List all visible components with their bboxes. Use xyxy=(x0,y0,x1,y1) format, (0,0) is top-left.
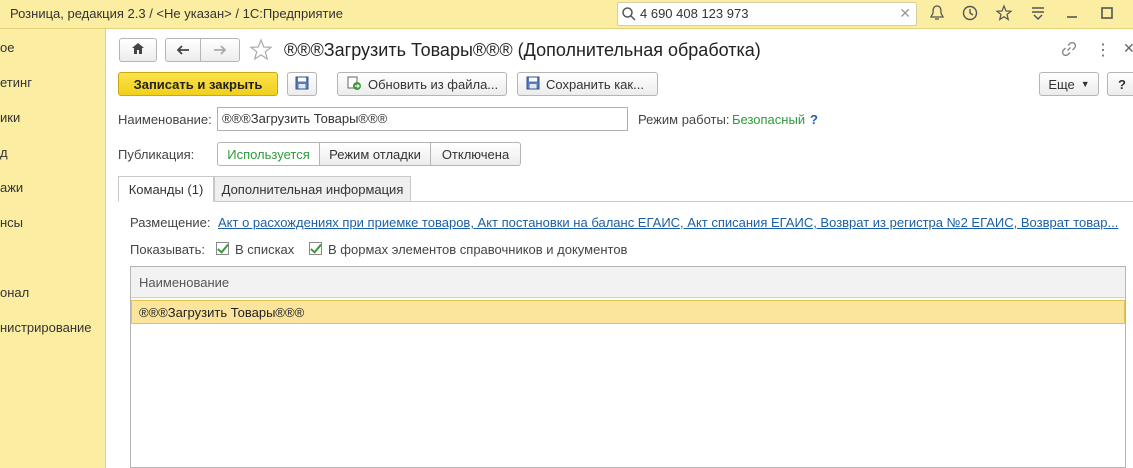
app-title: Розница, редакция 2.3 / <Не указан> / 1С… xyxy=(10,6,343,21)
bell-icon[interactable] xyxy=(928,4,948,24)
show-in-forms-checkbox[interactable] xyxy=(309,242,322,255)
placement-link[interactable]: Акт о расхождениях при приемке товаров, … xyxy=(218,215,1123,230)
sidebar-item-8[interactable]: нистрирование xyxy=(0,320,92,335)
search-icon xyxy=(621,6,637,25)
history-icon[interactable] xyxy=(961,4,981,24)
page-title: ®®®Загрузить Товары®®® (Дополнительная о… xyxy=(284,40,761,60)
sidebar-item-2[interactable]: етинг xyxy=(0,75,32,90)
save-as-icon xyxy=(526,76,540,93)
home-icon xyxy=(131,42,145,58)
placement-label: Размещение: xyxy=(130,215,211,230)
sidebar-item-7[interactable]: онал xyxy=(0,285,29,300)
sidebar: ое етинг ики д ажи нсы онал нистрировани… xyxy=(0,29,106,468)
forward-button[interactable] xyxy=(200,38,240,62)
save-as-button[interactable]: Сохранить как... xyxy=(517,72,658,96)
arrow-right-icon xyxy=(213,43,227,58)
name-field[interactable]: ®®®Загрузить Товары®®® xyxy=(217,107,628,131)
mode-label: Режим работы: xyxy=(638,112,730,127)
more-options-icon[interactable]: ⋮ xyxy=(1095,40,1111,60)
update-from-file-label: Обновить из файла... xyxy=(368,76,499,92)
sidebar-item-6[interactable]: нсы xyxy=(0,215,23,230)
mode-help-link[interactable]: ? xyxy=(810,112,818,127)
floppy-icon xyxy=(295,76,309,93)
name-label: Наименование: xyxy=(118,112,212,127)
publication-option-used[interactable]: Используется xyxy=(217,142,320,166)
sidebar-item-4[interactable]: д xyxy=(0,145,8,160)
save-and-close-button[interactable]: Записать и закрыть xyxy=(118,72,278,96)
chevron-down-icon: ▼ xyxy=(1080,79,1090,89)
star-icon[interactable] xyxy=(995,4,1015,24)
tab-commands[interactable]: Команды (1) xyxy=(118,176,214,202)
search-value: 4 690 408 123 973 xyxy=(640,6,749,21)
favorite-star-icon[interactable] xyxy=(249,38,273,65)
update-from-file-button[interactable]: Обновить из файла... xyxy=(337,72,507,96)
clear-icon[interactable]: ✕ xyxy=(899,5,911,22)
title-bar: Розница, редакция 2.3 / <Не указан> / 1С… xyxy=(0,0,1133,29)
show-in-lists-label: В списках xyxy=(235,242,295,257)
tab-additional-info[interactable]: Дополнительная информация xyxy=(214,176,411,202)
show-in-forms-label: В формах элементов справочников и докуме… xyxy=(328,242,628,257)
minimize-icon[interactable] xyxy=(1063,4,1083,24)
table-header: Наименование xyxy=(131,267,1125,298)
update-file-icon xyxy=(346,75,362,94)
arrow-left-icon xyxy=(176,43,190,58)
save-as-label: Сохранить как... xyxy=(546,76,644,92)
home-button[interactable] xyxy=(119,38,157,62)
menu-icon[interactable] xyxy=(1029,4,1049,24)
more-label: Еще xyxy=(1048,76,1075,92)
maximize-icon[interactable] xyxy=(1098,4,1118,24)
sidebar-item-1[interactable]: ое xyxy=(0,40,14,55)
back-button[interactable] xyxy=(165,38,201,62)
close-icon[interactable]: ✕ xyxy=(1123,40,1133,57)
publication-option-debug[interactable]: Режим отладки xyxy=(319,142,431,166)
more-button[interactable]: Еще ▼ xyxy=(1039,72,1099,96)
mode-value: Безопасный xyxy=(732,112,806,127)
publication-option-disabled[interactable]: Отключена xyxy=(430,142,521,166)
sidebar-item-5[interactable]: ажи xyxy=(0,180,23,195)
sidebar-item-3[interactable]: ики xyxy=(0,110,20,125)
commands-table: Наименование ®®®Загрузить Товары®®® xyxy=(130,266,1126,468)
column-header-name[interactable]: Наименование xyxy=(139,275,229,290)
table-cell-name: ®®®Загрузить Товары®®® xyxy=(139,305,305,320)
help-button[interactable]: ? xyxy=(1107,72,1133,96)
show-in-lists-checkbox[interactable] xyxy=(216,242,229,255)
save-button[interactable] xyxy=(287,72,317,96)
publication-label: Публикация: xyxy=(118,147,195,162)
link-icon[interactable] xyxy=(1061,41,1077,60)
show-label: Показывать: xyxy=(130,242,205,257)
table-row[interactable]: ®®®Загрузить Товары®®® xyxy=(131,300,1125,324)
search-input[interactable]: 4 690 408 123 973 ✕ xyxy=(617,2,917,26)
